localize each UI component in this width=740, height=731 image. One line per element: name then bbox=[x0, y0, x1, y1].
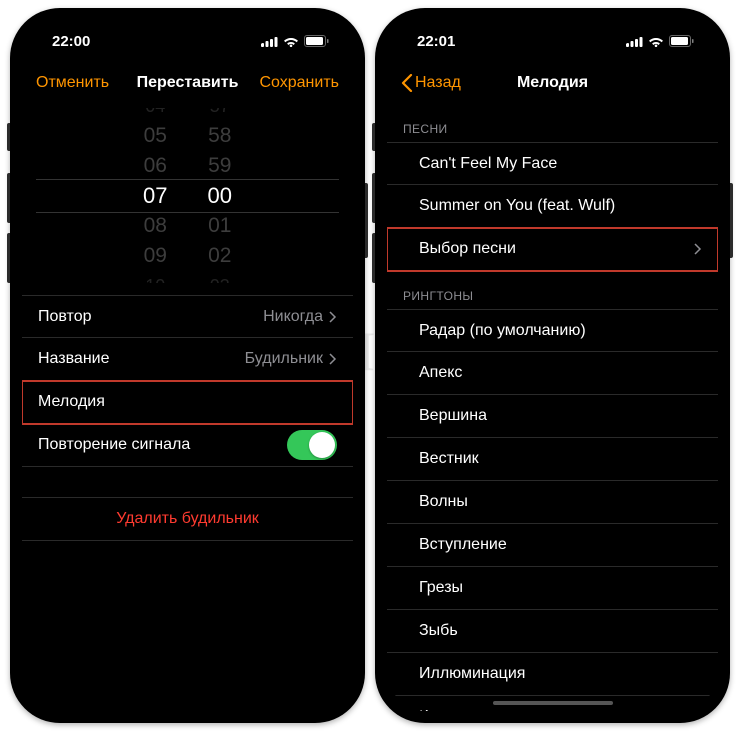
battery-icon bbox=[669, 35, 694, 47]
pick-song-row[interactable]: Выбор песни bbox=[387, 228, 718, 271]
ringtone-item[interactable]: Иллюминация bbox=[387, 653, 718, 696]
phone-right: 22:01 Назад Мелодия ПЕСНИ bbox=[375, 8, 730, 723]
volume-up-button bbox=[7, 173, 10, 223]
home-indicator[interactable] bbox=[493, 701, 613, 705]
ringtone-item[interactable]: Апекс bbox=[387, 352, 718, 395]
ringtone-item[interactable]: Зыбь bbox=[387, 610, 718, 653]
back-button[interactable]: Назад bbox=[401, 74, 481, 92]
song-label: Summer on You (feat. Wulf) bbox=[419, 197, 615, 215]
power-button bbox=[730, 183, 733, 258]
hour-option: 08 bbox=[143, 211, 167, 241]
minute-option: 01 bbox=[208, 211, 232, 241]
settings-list: Повтор Никогда Название Будильник Мелоди… bbox=[22, 295, 353, 467]
ringtone-item[interactable]: Радар (по умолчанию) bbox=[387, 309, 718, 352]
hour-picker-column[interactable]: 04 05 06 07 08 09 10 bbox=[143, 108, 167, 283]
ringtone-label: Радар (по умолчанию) bbox=[419, 322, 586, 340]
picker-selection-bar bbox=[36, 179, 339, 213]
repeat-label: Повтор bbox=[38, 308, 92, 326]
hour-option: 05 bbox=[143, 121, 167, 151]
wifi-icon bbox=[283, 36, 299, 47]
sound-label: Мелодия bbox=[38, 393, 105, 411]
minute-option: 57 bbox=[208, 108, 232, 121]
ringtone-item[interactable]: Вестник bbox=[387, 438, 718, 481]
phone-left: 22:00 Отменить Переставить Сохранить bbox=[10, 8, 365, 723]
chevron-right-icon bbox=[329, 353, 337, 365]
power-button bbox=[365, 183, 368, 258]
song-item[interactable]: Summer on You (feat. Wulf) bbox=[387, 185, 718, 228]
repeat-row[interactable]: Повтор Никогда bbox=[22, 295, 353, 338]
hour-option: 10 bbox=[143, 271, 167, 284]
ringtone-item[interactable]: Вступление bbox=[387, 524, 718, 567]
ringtone-label: Зыбь bbox=[419, 622, 458, 640]
notch bbox=[105, 20, 270, 46]
mute-switch bbox=[7, 123, 10, 151]
ringtone-label: Апекс bbox=[419, 364, 462, 382]
ringtones-section-header: РИНГТОНЫ bbox=[387, 271, 718, 309]
ringtone-label: Вершина bbox=[419, 407, 487, 425]
song-label: Can't Feel My Face bbox=[419, 155, 557, 173]
hour-option: 09 bbox=[143, 241, 167, 271]
battery-icon bbox=[304, 35, 329, 47]
minute-option: 02 bbox=[208, 241, 232, 271]
ringtone-label: Вступление bbox=[419, 536, 507, 554]
name-row[interactable]: Название Будильник bbox=[22, 338, 353, 381]
ringtone-item[interactable]: Волны bbox=[387, 481, 718, 524]
chevron-right-icon bbox=[694, 243, 702, 255]
sound-row[interactable]: Мелодия bbox=[22, 381, 353, 424]
status-time: 22:00 bbox=[52, 33, 90, 50]
hour-option: 06 bbox=[143, 151, 167, 181]
snooze-toggle[interactable] bbox=[287, 430, 337, 460]
minute-picker-column[interactable]: 57 58 59 00 01 02 03 bbox=[208, 108, 232, 283]
toggle-knob bbox=[309, 432, 335, 458]
delete-alarm-button[interactable]: Удалить будильник bbox=[22, 497, 353, 541]
volume-down-button bbox=[372, 233, 375, 283]
ringtone-label: Волны bbox=[419, 493, 468, 511]
chevron-right-icon bbox=[329, 311, 337, 323]
back-label: Назад bbox=[415, 74, 461, 92]
name-value: Будильник bbox=[245, 350, 323, 368]
minute-option: 59 bbox=[208, 151, 232, 181]
minute-option: 58 bbox=[208, 121, 232, 151]
ringtone-label: Иллюминация bbox=[419, 665, 525, 683]
name-label: Название bbox=[38, 350, 110, 368]
time-picker[interactable]: 04 05 06 07 08 09 10 57 58 59 00 01 02 0… bbox=[22, 108, 353, 283]
nav-title: Переставить bbox=[116, 74, 259, 92]
volume-up-button bbox=[372, 173, 375, 223]
cancel-button[interactable]: Отменить bbox=[36, 74, 116, 92]
status-time: 22:01 bbox=[417, 33, 455, 50]
ringtone-item[interactable]: Вершина bbox=[387, 395, 718, 438]
wifi-icon bbox=[648, 36, 664, 47]
hour-option: 04 bbox=[143, 108, 167, 121]
ringtone-label: Грезы bbox=[419, 579, 463, 597]
nav-bar: Назад Мелодия bbox=[387, 62, 718, 104]
chevron-left-icon bbox=[401, 74, 413, 92]
nav-bar: Отменить Переставить Сохранить bbox=[22, 62, 353, 104]
hour-selected: 07 bbox=[143, 181, 167, 211]
volume-down-button bbox=[7, 233, 10, 283]
snooze-row: Повторение сигнала bbox=[22, 424, 353, 467]
snooze-label: Повторение сигнала bbox=[38, 436, 190, 454]
notch bbox=[470, 20, 635, 46]
pick-song-label: Выбор песни bbox=[419, 240, 516, 258]
ringtone-label: Вестник bbox=[419, 450, 479, 468]
repeat-value: Никогда bbox=[263, 308, 323, 326]
songs-section-header: ПЕСНИ bbox=[387, 104, 718, 142]
minute-selected: 00 bbox=[208, 181, 232, 211]
ringtone-item[interactable]: Грезы bbox=[387, 567, 718, 610]
save-button[interactable]: Сохранить bbox=[259, 74, 339, 92]
mute-switch bbox=[372, 123, 375, 151]
nav-title: Мелодия bbox=[481, 74, 624, 92]
ringtone-label: Космос bbox=[419, 708, 473, 711]
song-item[interactable]: Can't Feel My Face bbox=[387, 142, 718, 185]
minute-option: 03 bbox=[208, 271, 232, 284]
